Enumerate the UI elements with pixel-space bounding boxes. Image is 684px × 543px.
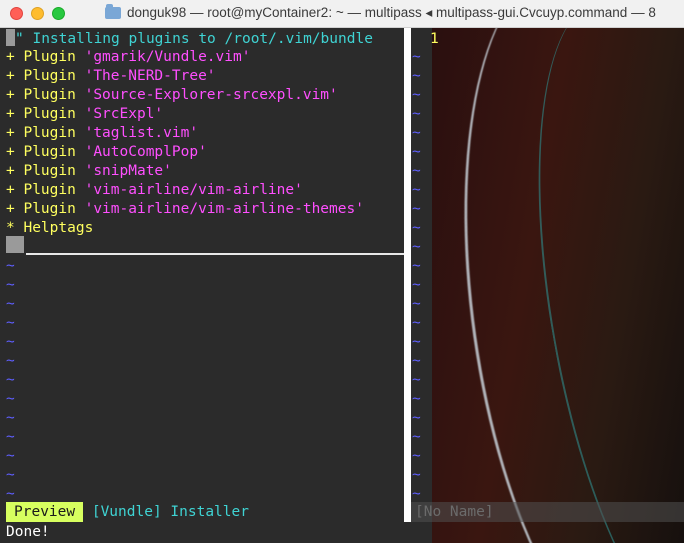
- right-tilde: ~: [412, 106, 421, 122]
- right-tilde: ~: [412, 353, 421, 369]
- close-window-button[interactable]: [10, 7, 23, 20]
- plugin-line: + Plugin 'vim-airline/vim-airline-themes…: [6, 201, 364, 217]
- right-tilde: ~: [412, 125, 421, 141]
- vertical-split-bar[interactable]: [404, 28, 411, 522]
- terminal-window: donguk98 — root@myContainer2: ~ — multip…: [0, 0, 684, 543]
- right-tilde: ~: [412, 182, 421, 198]
- right-tilde: ~: [412, 239, 421, 255]
- preview-mode-badge: Preview: [6, 502, 84, 522]
- right-tilde: ~: [412, 163, 421, 179]
- minimize-window-button[interactable]: [31, 7, 44, 20]
- plugin-line: + Plugin 'SrcExpl': [6, 106, 164, 122]
- plugin-line: + Plugin 'AutoComplPop': [6, 144, 207, 160]
- window-title-text: donguk98 — root@myContainer2: ~ — multip…: [127, 5, 656, 20]
- status-buffer-name: [No Name]: [415, 504, 494, 520]
- right-tilde: ~: [412, 201, 421, 217]
- empty-line-tilde: ~: [6, 277, 15, 293]
- traffic-lights: [10, 7, 65, 20]
- plugin-line: + Plugin 'snipMate': [6, 163, 172, 179]
- window-title: donguk98 — root@myContainer2: ~ — multip…: [105, 4, 656, 21]
- empty-line-tilde: ~: [6, 448, 15, 464]
- status-buffer-title: [Vundle] Installer: [91, 504, 249, 520]
- plugin-line: + Plugin 'Source-Explorer-srcexpl.vim': [6, 87, 338, 103]
- right-tilde: ~: [412, 429, 421, 445]
- right-tilde: ~: [412, 296, 421, 312]
- window-separator: [26, 253, 404, 255]
- right-tilde: ~: [412, 391, 421, 407]
- empty-line-tilde: ~: [6, 372, 15, 388]
- line-number: 1: [430, 31, 439, 47]
- cursor-line: [6, 236, 24, 255]
- empty-line-tilde: ~: [6, 334, 15, 350]
- right-tilde: ~: [412, 410, 421, 426]
- vundle-installer-pane[interactable]: " Installing plugins to /root/.vim/bundl…: [0, 28, 404, 543]
- right-tilde: ~: [412, 372, 421, 388]
- plugin-line: + Plugin 'gmarik/Vundle.vim': [6, 49, 251, 65]
- folder-icon: [105, 4, 121, 19]
- right-tilde: ~: [412, 448, 421, 464]
- empty-line-tilde: ~: [6, 467, 15, 483]
- plugin-line: + Plugin 'taglist.vim': [6, 125, 199, 141]
- empty-line-tilde: ~: [6, 315, 15, 331]
- title-bar: donguk98 — root@myContainer2: ~ — multip…: [0, 0, 684, 28]
- right-tilde: ~: [412, 334, 421, 350]
- right-tilde: ~: [412, 68, 421, 84]
- right-tilde: ~: [412, 220, 421, 236]
- cursor-block: [6, 236, 24, 253]
- right-tilde: ~: [412, 467, 421, 483]
- right-tilde: ~: [412, 144, 421, 160]
- install-header-text: " Installing plugins to /root/.vim/bundl…: [15, 31, 373, 47]
- install-header-line: " Installing plugins to /root/.vim/bundl…: [6, 29, 373, 48]
- empty-line-tilde: ~: [6, 296, 15, 312]
- plugin-line: + Plugin 'The-NERD-Tree': [6, 68, 216, 84]
- empty-line-tilde: ~: [6, 258, 15, 274]
- terminal-content[interactable]: " Installing plugins to /root/.vim/bundl…: [0, 28, 684, 543]
- right-tilde: ~: [412, 49, 421, 65]
- right-tilde: ~: [412, 315, 421, 331]
- command-message: Done!: [6, 524, 50, 540]
- empty-line-tilde: ~: [6, 353, 15, 369]
- empty-line-tilde: ~: [6, 391, 15, 407]
- empty-line-tilde: ~: [6, 410, 15, 426]
- plugin-line: + Plugin 'vim-airline/vim-airline': [6, 182, 303, 198]
- cursor-block: [6, 29, 15, 46]
- empty-line-tilde: ~: [6, 429, 15, 445]
- desktop-background: [432, 28, 684, 543]
- right-tilde: ~: [412, 277, 421, 293]
- status-line-active: Preview [Vundle] Installer: [6, 502, 404, 522]
- zoom-window-button[interactable]: [52, 7, 65, 20]
- right-tilde: ~: [412, 87, 421, 103]
- right-tilde: ~: [412, 258, 421, 274]
- status-line-inactive: [No Name]: [411, 502, 684, 522]
